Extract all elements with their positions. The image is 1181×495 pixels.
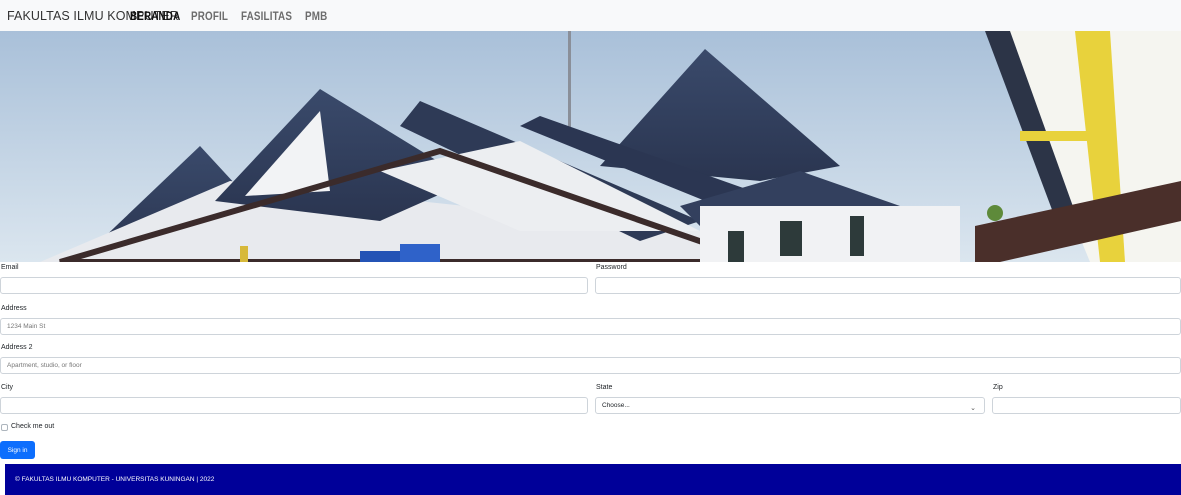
chevron-down-icon: ⌄: [970, 405, 976, 412]
state-select[interactable]: Choose... ⌄: [595, 397, 985, 414]
footer-copyright: © FAKULTAS ILMU KOMPUTER - UNIVERSITAS K…: [15, 476, 215, 483]
nav-item-profil[interactable]: PROFIL: [191, 9, 228, 23]
email-field[interactable]: [0, 277, 588, 294]
address2-field[interactable]: Apartment, studio, or floor: [0, 357, 1181, 374]
footer: © FAKULTAS ILMU KOMPUTER - UNIVERSITAS K…: [5, 464, 1181, 495]
state-selected-value: Choose...: [602, 402, 630, 409]
hero-banner: [0, 31, 1181, 262]
campus-building-photo: [0, 31, 1181, 262]
address2-label: Address 2: [1, 344, 33, 351]
nav-item-beranda[interactable]: BERANDA: [130, 9, 180, 23]
top-navbar: FAKULTAS ILMU KOMPUTER BERANDA PROFIL FA…: [0, 0, 1181, 31]
check-me-out-checkbox[interactable]: [1, 424, 8, 431]
zip-label: Zip: [993, 384, 1003, 391]
zip-field[interactable]: [992, 397, 1181, 414]
password-field[interactable]: [595, 277, 1181, 294]
state-label: State: [596, 384, 613, 391]
city-field[interactable]: [0, 397, 588, 414]
checkbox-label[interactable]: Check me out: [11, 423, 54, 430]
city-label: City: [1, 384, 14, 391]
password-label: Password: [596, 264, 627, 271]
sign-in-button[interactable]: Sign in: [0, 441, 35, 459]
address-field[interactable]: 1234 Main St: [0, 318, 1181, 335]
nav-item-pmb[interactable]: PMB: [305, 9, 327, 23]
email-label: Email: [1, 264, 19, 271]
address-label: Address: [1, 305, 27, 312]
nav-item-fasilitas[interactable]: FASILITAS: [241, 9, 292, 23]
